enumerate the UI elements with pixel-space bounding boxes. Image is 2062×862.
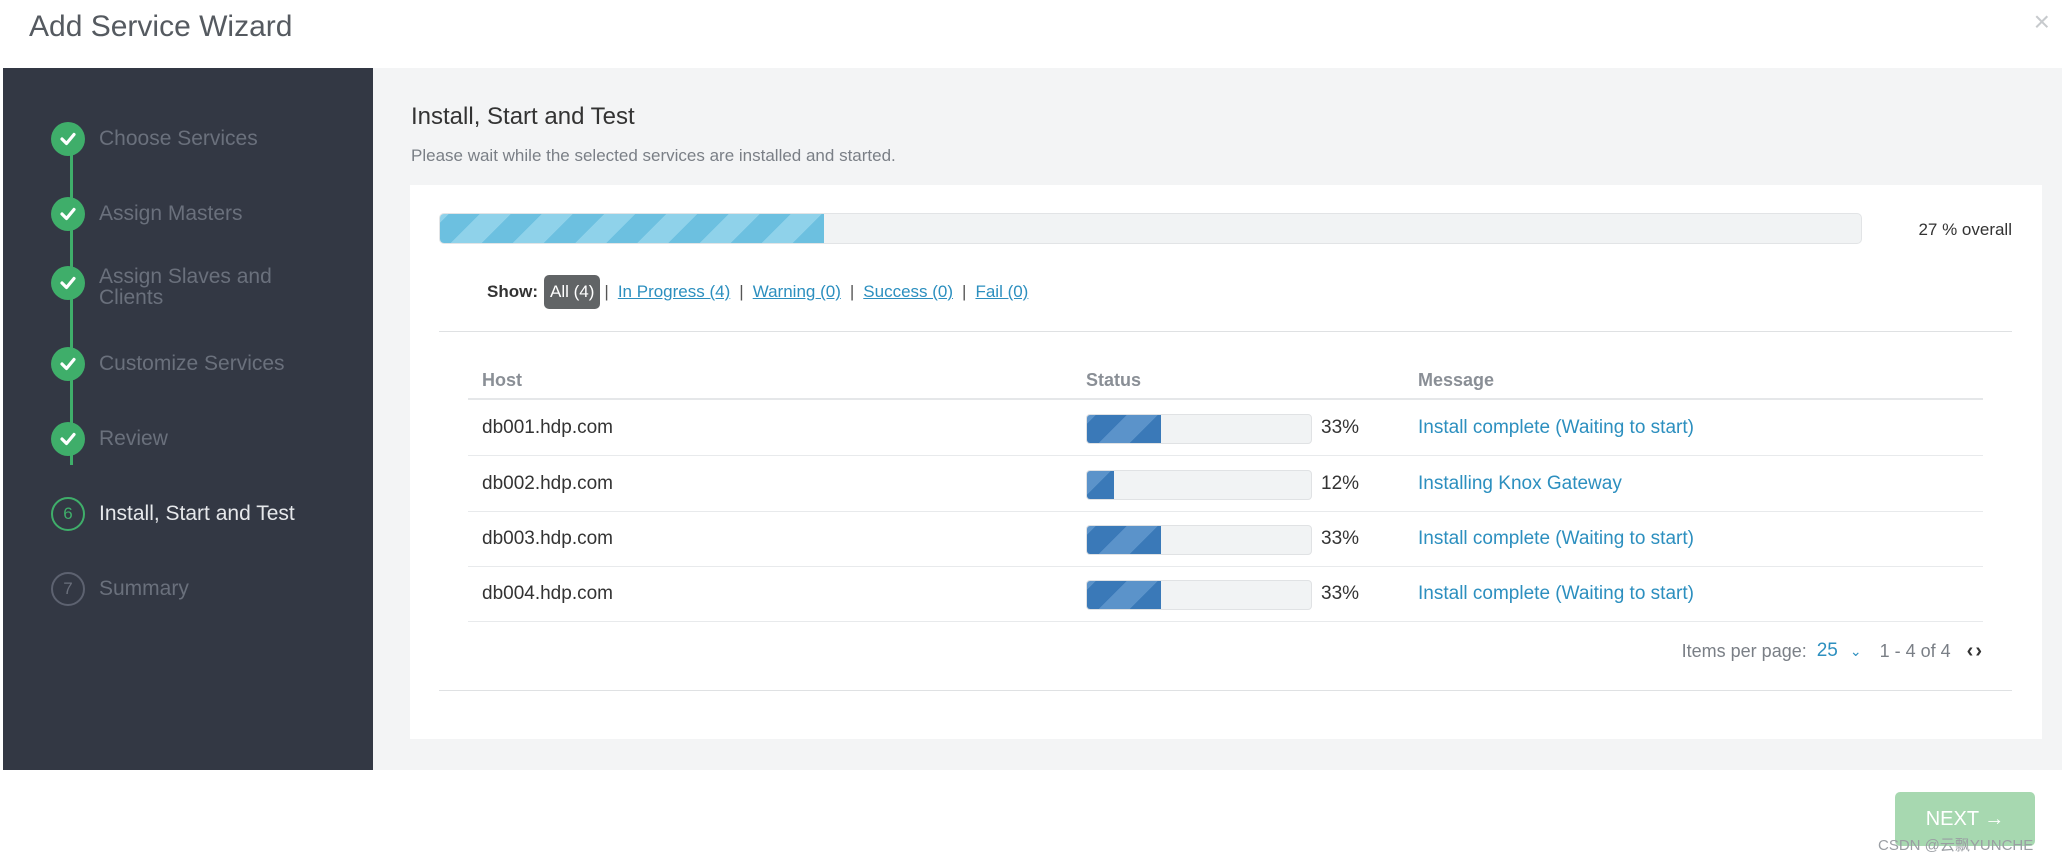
filter-warning[interactable]: Warning (0) (753, 282, 841, 302)
page-subtitle: Please wait while the selected services … (411, 146, 896, 165)
hosts-table-header: Host Status Message (468, 362, 1983, 400)
host-progress-bar (1086, 414, 1312, 444)
filter-separator: | (739, 282, 744, 301)
host-name: db001.hdp.com (482, 417, 613, 438)
install-progress-card: 27 % overall Show: All (4) | In Progress… (410, 185, 2042, 739)
main-content: Install, Start and Test Please wait whil… (373, 68, 2062, 770)
host-progress-bar (1086, 525, 1312, 555)
checkmark-icon (51, 422, 85, 456)
page-title: Install, Start and Test (411, 103, 635, 130)
step-label: Assign Masters (99, 202, 243, 225)
host-progress-bar (1086, 470, 1312, 500)
host-progress-fill (1087, 415, 1161, 443)
table-row: db003.hdp.com 33% Install complete (Wait… (468, 512, 1983, 567)
host-name: db003.hdp.com (482, 528, 613, 549)
host-progress-bar (1086, 580, 1312, 610)
items-per-page-label: Items per page: (1681, 640, 1807, 661)
checkmark-icon (51, 266, 85, 300)
host-progress-percent: 33% (1321, 417, 1360, 438)
host-name: db004.hdp.com (482, 583, 613, 604)
column-header-host: Host (482, 370, 522, 390)
divider (439, 331, 2012, 332)
watermark: CSDN @云飘YUNCHE (1878, 837, 2034, 854)
filter-fail[interactable]: Fail (0) (975, 282, 1028, 302)
chevron-down-icon[interactable]: ⌄ (1850, 643, 1862, 660)
table-row: db004.hdp.com 33% Install complete (Wait… (468, 567, 1983, 622)
filter-in-progress[interactable]: In Progress (4) (618, 282, 730, 302)
step-label: Customize Services (99, 352, 285, 375)
host-progress-percent: 33% (1321, 528, 1360, 549)
step-label: Install, Start and Test (99, 502, 295, 525)
pagination-range: 1 - 4 of 4 (1879, 640, 1951, 661)
host-status-message-link[interactable]: Install complete (Waiting to start) (1418, 528, 1694, 550)
modal-title: Add Service Wizard (29, 10, 293, 43)
checkmark-icon (51, 122, 85, 156)
step-number-badge: 7 (51, 572, 85, 606)
overall-progress-bar (439, 213, 1862, 244)
column-header-message: Message (1418, 370, 1495, 390)
divider (439, 690, 2012, 691)
status-filter: Show: All (4) | In Progress (4) | Warnin… (487, 273, 1028, 311)
step-label: Summary (99, 577, 189, 600)
host-progress-percent: 33% (1321, 583, 1360, 604)
filter-all[interactable]: All (4) (544, 275, 601, 309)
host-status-message-link[interactable]: Installing Knox Gateway (1418, 473, 1622, 495)
host-progress-fill (1087, 581, 1161, 609)
step-label: Choose Services (99, 127, 258, 150)
checkmark-icon (51, 197, 85, 231)
overall-progress-fill (440, 214, 824, 243)
step-label: Assign Slaves and Clients (99, 265, 272, 309)
modal-header: Add Service Wizard × (0, 0, 2062, 68)
host-progress-percent: 12% (1321, 473, 1360, 494)
step-number-badge: 6 (51, 497, 85, 531)
table-row: db001.hdp.com 33% Install complete (Wait… (468, 401, 1983, 456)
filter-separator: | (604, 282, 609, 301)
host-status-message-link[interactable]: Install complete (Waiting to start) (1418, 583, 1694, 605)
chevron-right-icon[interactable]: › (1975, 640, 1984, 662)
column-header-status: Status (1086, 370, 1142, 390)
table-row: db002.hdp.com 12% Installing Knox Gatewa… (468, 457, 1983, 512)
close-icon[interactable]: × (2034, 6, 2050, 38)
wizard-sidebar: Choose Services Assign Masters Assign Sl… (3, 68, 373, 770)
overall-progress-text: 27 % overall (1918, 220, 2012, 239)
filter-show-label: Show: (487, 282, 538, 301)
items-per-page-select[interactable]: 25 (1817, 640, 1838, 662)
host-progress-fill (1087, 526, 1161, 554)
filter-separator: | (849, 282, 855, 301)
host-status-message-link[interactable]: Install complete (Waiting to start) (1418, 417, 1694, 439)
filter-success[interactable]: Success (0) (863, 282, 953, 302)
host-progress-fill (1087, 471, 1114, 499)
pagination: Items per page: 25 ⌄ 1 - 4 of 4 ‹› (1682, 636, 1984, 666)
filter-separator: | (962, 282, 967, 301)
step-label: Review (99, 427, 168, 450)
host-name: db002.hdp.com (482, 473, 613, 494)
checkmark-icon (51, 347, 85, 381)
